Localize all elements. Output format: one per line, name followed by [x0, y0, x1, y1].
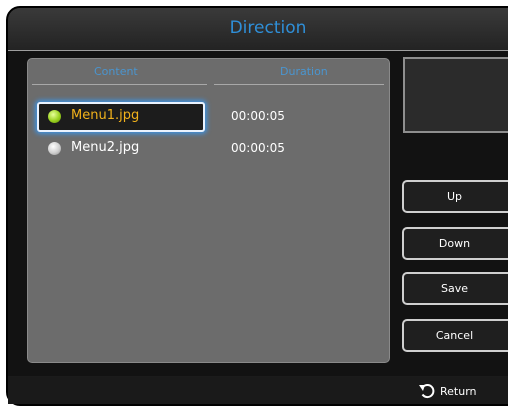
- column-header-duration: Duration: [280, 65, 328, 78]
- return-button[interactable]: Return: [418, 383, 477, 399]
- header-divider: [214, 84, 384, 85]
- content-list-panel: Content Duration Menu1.jpg 00:00:05 Menu…: [27, 58, 390, 363]
- save-button[interactable]: Save: [402, 272, 508, 305]
- return-icon: [418, 383, 436, 399]
- down-button[interactable]: Down: [402, 227, 508, 260]
- title-bar: Direction: [8, 8, 508, 51]
- list-item-duration: 00:00:05: [231, 109, 285, 123]
- list-item-menu2[interactable]: Menu2.jpg 00:00:05: [37, 134, 377, 164]
- header-divider: [32, 84, 207, 85]
- dialog-window: Direction Content Duration Menu1.jpg 00:…: [6, 6, 508, 406]
- footer-bar: Return: [8, 377, 508, 404]
- return-label: Return: [440, 384, 477, 398]
- active-status-icon: [48, 110, 61, 123]
- list-item-filename: Menu1.jpg: [71, 108, 140, 123]
- dialog-title: Direction: [229, 18, 307, 38]
- up-button[interactable]: Up: [402, 180, 508, 213]
- list-item-filename: Menu2.jpg: [71, 140, 140, 155]
- inactive-status-icon: [48, 142, 61, 155]
- preview-thumbnail: [403, 57, 508, 133]
- column-header-content: Content: [94, 65, 138, 78]
- list-item-duration: 00:00:05: [231, 141, 285, 155]
- list-item-menu1[interactable]: Menu1.jpg 00:00:05: [37, 102, 377, 132]
- cancel-button[interactable]: Cancel: [402, 319, 508, 352]
